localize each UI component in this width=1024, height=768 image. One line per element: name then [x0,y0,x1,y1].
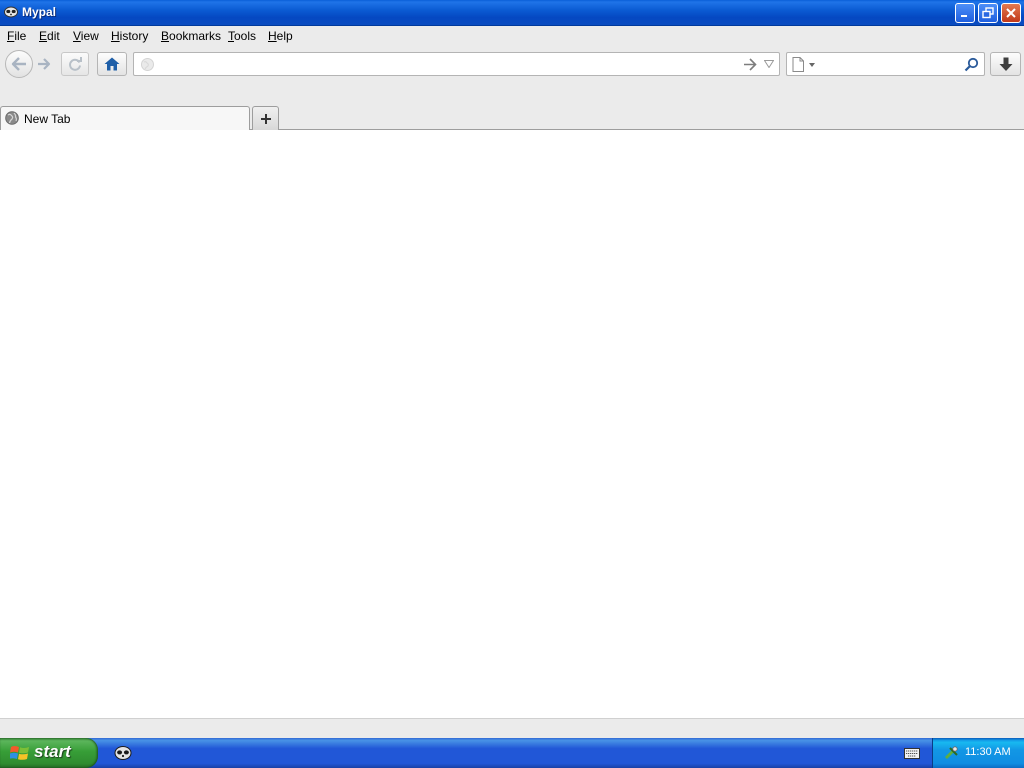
menu-help[interactable]: Help [268,29,293,43]
menu-bar: File Edit View History Bookmarks Tools H… [0,26,1024,46]
navigation-toolbar [0,46,1024,82]
menu-history[interactable]: History [111,29,148,43]
menu-file-rest: ile [14,29,27,43]
reload-icon [69,57,82,71]
keyboard-icon[interactable] [904,747,920,759]
menu-file[interactable]: File [7,29,26,43]
downloads-button[interactable] [990,52,1021,76]
system-tray: 11:30 AM [932,738,1024,768]
window-title: Mypal [22,5,57,19]
reload-button[interactable] [61,52,89,76]
minimize-icon [961,15,967,17]
new-tab-button[interactable] [252,106,279,130]
search-input[interactable] [821,55,961,73]
mypal-icon [4,6,18,18]
home-button[interactable] [97,52,127,76]
menu-view[interactable]: View [73,29,99,43]
menu-edit[interactable]: Edit [39,29,60,43]
tab-strip: New Tab [0,82,1024,130]
windows-flag-icon [10,746,29,760]
close-icon [1006,8,1016,18]
tab-new-tab[interactable]: New Tab [0,106,250,130]
search-icon[interactable] [964,57,979,72]
start-label: start [34,742,71,761]
blank-page-icon [792,57,804,72]
globe-icon [141,58,154,71]
menu-tools[interactable]: Tools [228,29,256,43]
start-button[interactable]: start [0,738,98,768]
restore-icon [982,7,994,19]
menu-bookmarks[interactable]: Bookmarks [161,29,221,43]
close-button[interactable] [1001,3,1021,23]
back-arrow-icon [11,57,26,71]
tab-label: New Tab [24,112,71,126]
title-bar[interactable]: Mypal [0,0,1024,26]
globe-icon [5,111,19,125]
chevron-down-icon [809,62,815,67]
home-icon [104,57,120,71]
network-icon[interactable] [943,745,959,761]
go-arrow-icon[interactable] [743,58,757,71]
restore-button[interactable] [978,3,998,23]
page-content-area[interactable] [0,130,1024,718]
clock[interactable]: 11:30 AM [965,746,1011,758]
search-engine-selector[interactable] [792,56,820,73]
url-history-dropdown-icon[interactable] [764,60,774,68]
mypal-taskbar-icon[interactable] [114,745,132,761]
minimize-button[interactable] [955,3,975,23]
forward-arrow-icon [38,58,51,70]
search-bar[interactable] [786,52,985,76]
plus-icon [260,113,271,124]
forward-button[interactable] [33,54,55,74]
download-arrow-icon [999,57,1012,71]
taskbar: start 11:30 AM [0,738,1024,768]
url-input[interactable] [160,55,730,73]
back-button[interactable] [5,50,33,78]
status-bar [0,718,1024,738]
url-bar[interactable] [133,52,780,76]
